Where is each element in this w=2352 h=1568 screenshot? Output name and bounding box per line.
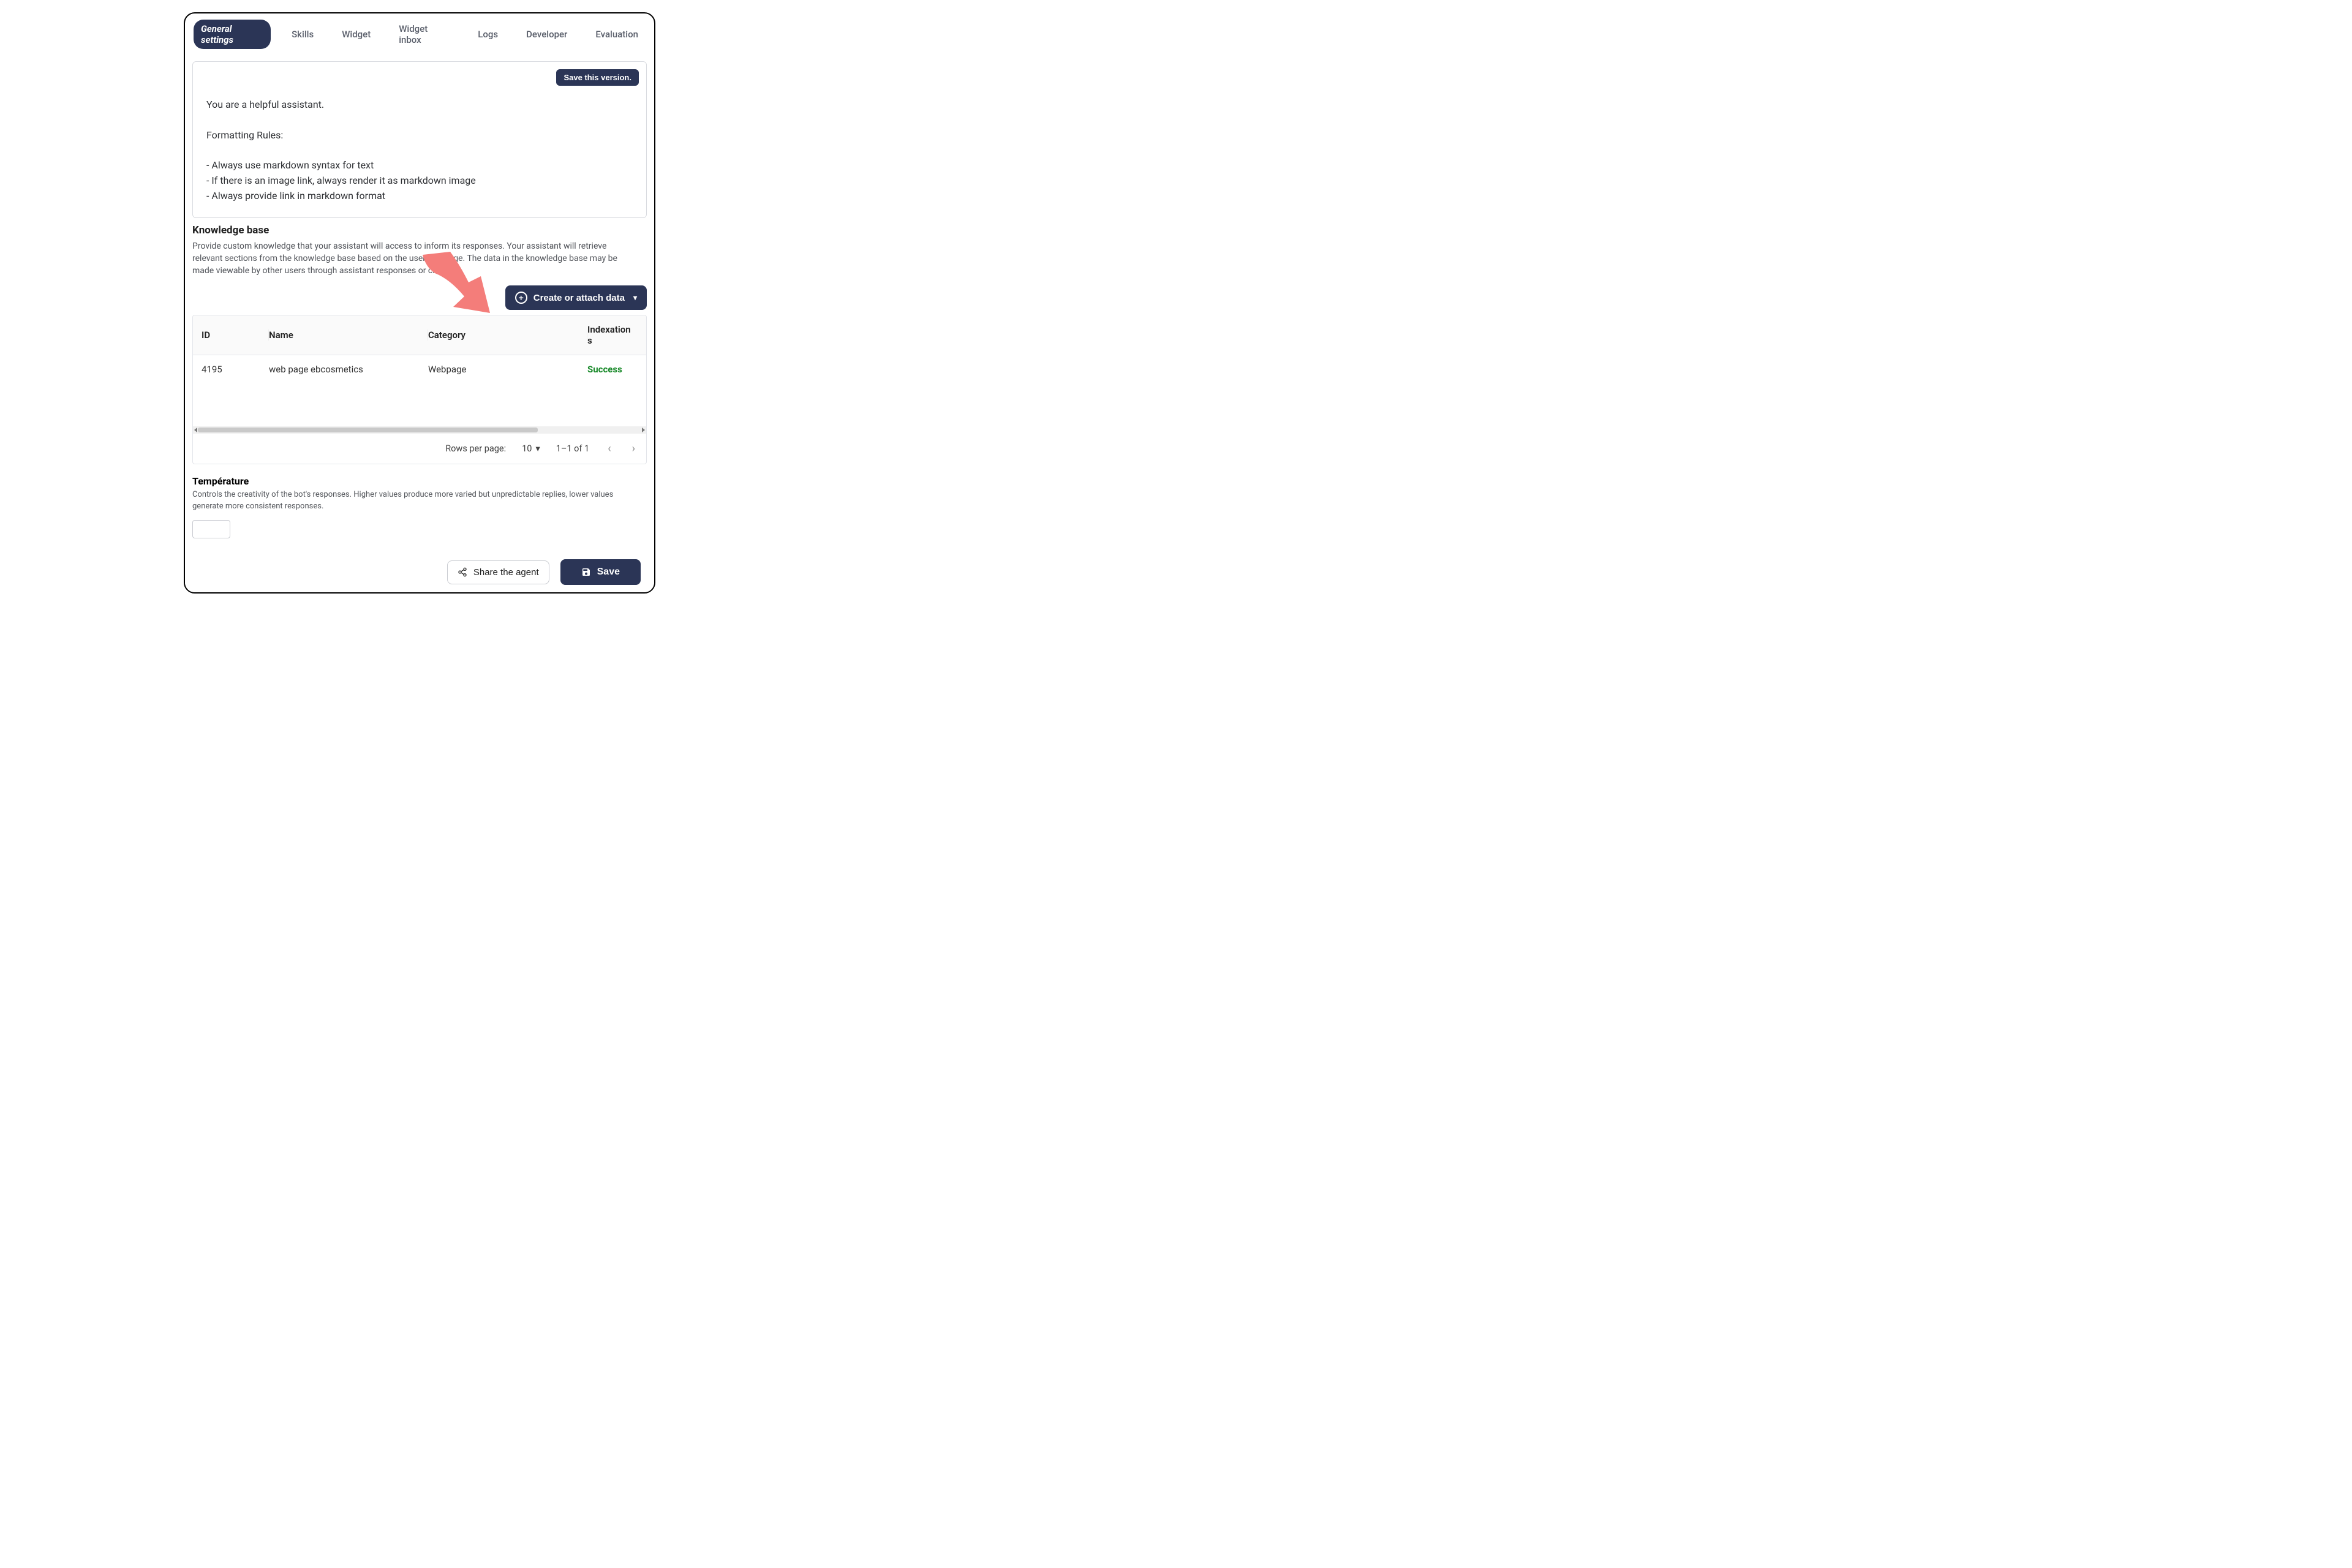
kb-cell-id: 4195 — [202, 364, 269, 375]
pager-next-button[interactable]: › — [630, 442, 638, 455]
footer-bar: Share the agent Save — [185, 551, 654, 592]
knowledge-base-title: Knowledge base — [192, 224, 647, 236]
kb-cell-name: web page ebcosmetics — [269, 364, 428, 375]
save-version-button[interactable]: Save this version. — [556, 69, 639, 86]
tab-skills[interactable]: Skills — [284, 25, 321, 43]
system-prompt-text[interactable]: You are a helpful assistant. Formatting … — [206, 73, 633, 204]
app-frame: General settings Skills Widget Widget in… — [184, 12, 655, 594]
tab-general-settings[interactable]: General settings — [194, 20, 271, 49]
plus-circle-icon: + — [515, 292, 527, 304]
tab-evaluation[interactable]: Evaluation — [588, 25, 646, 43]
kb-col-status[interactable]: Indexation s — [587, 324, 638, 346]
save-icon — [581, 567, 591, 577]
kb-col-id[interactable]: ID — [202, 330, 269, 341]
tabs-bar: General settings Skills Widget Widget in… — [190, 18, 649, 53]
tab-developer[interactable]: Developer — [519, 25, 575, 43]
tab-widget-inbox[interactable]: Widget inbox — [391, 20, 457, 49]
save-button[interactable]: Save — [560, 559, 641, 585]
rows-per-page-select[interactable]: 10 ▾ — [522, 443, 540, 454]
rows-per-page-label: Rows per page: — [445, 443, 506, 454]
tab-widget[interactable]: Widget — [334, 25, 378, 43]
caret-down-icon: ▾ — [535, 443, 540, 454]
chevron-down-icon: ▾ — [633, 293, 637, 302]
temperature-title: Température — [192, 475, 647, 487]
tab-logs[interactable]: Logs — [470, 25, 505, 43]
rows-per-page-value: 10 — [522, 443, 532, 454]
table-row[interactable]: 4195 web page ebcosmetics Webpage Succes… — [193, 355, 646, 383]
horizontal-scrollbar[interactable] — [193, 426, 646, 434]
kb-table-header: ID Name Category Indexation s — [193, 315, 646, 355]
knowledge-base-description: Provide custom knowledge that your assis… — [192, 240, 633, 277]
scrollbar-thumb[interactable] — [198, 428, 538, 432]
table-pager: Rows per page: 10 ▾ 1–1 of 1 ‹ › — [193, 434, 646, 464]
knowledge-base-table: ID Name Category Indexation s 4195 web p… — [192, 315, 647, 464]
save-label: Save — [597, 567, 620, 578]
temperature-description: Controls the creativity of the bot's res… — [192, 489, 633, 513]
pager-prev-button[interactable]: ‹ — [605, 442, 613, 455]
kb-cell-status: Success — [587, 364, 638, 375]
share-agent-button[interactable]: Share the agent — [447, 560, 549, 584]
temperature-input[interactable] — [192, 520, 230, 538]
kb-col-category[interactable]: Category — [428, 330, 587, 341]
share-icon — [458, 567, 467, 577]
create-or-attach-data-button[interactable]: + Create or attach data ▾ — [505, 285, 647, 310]
content-area: Save this version. You are a helpful ass… — [190, 61, 649, 587]
share-label: Share the agent — [473, 567, 539, 578]
kb-empty-space — [193, 383, 646, 426]
system-prompt-box: Save this version. You are a helpful ass… — [192, 61, 647, 218]
pager-range: 1–1 of 1 — [556, 443, 589, 454]
create-attach-label: Create or attach data — [533, 293, 625, 303]
kb-cell-category: Webpage — [428, 364, 587, 375]
kb-col-name[interactable]: Name — [269, 330, 428, 341]
